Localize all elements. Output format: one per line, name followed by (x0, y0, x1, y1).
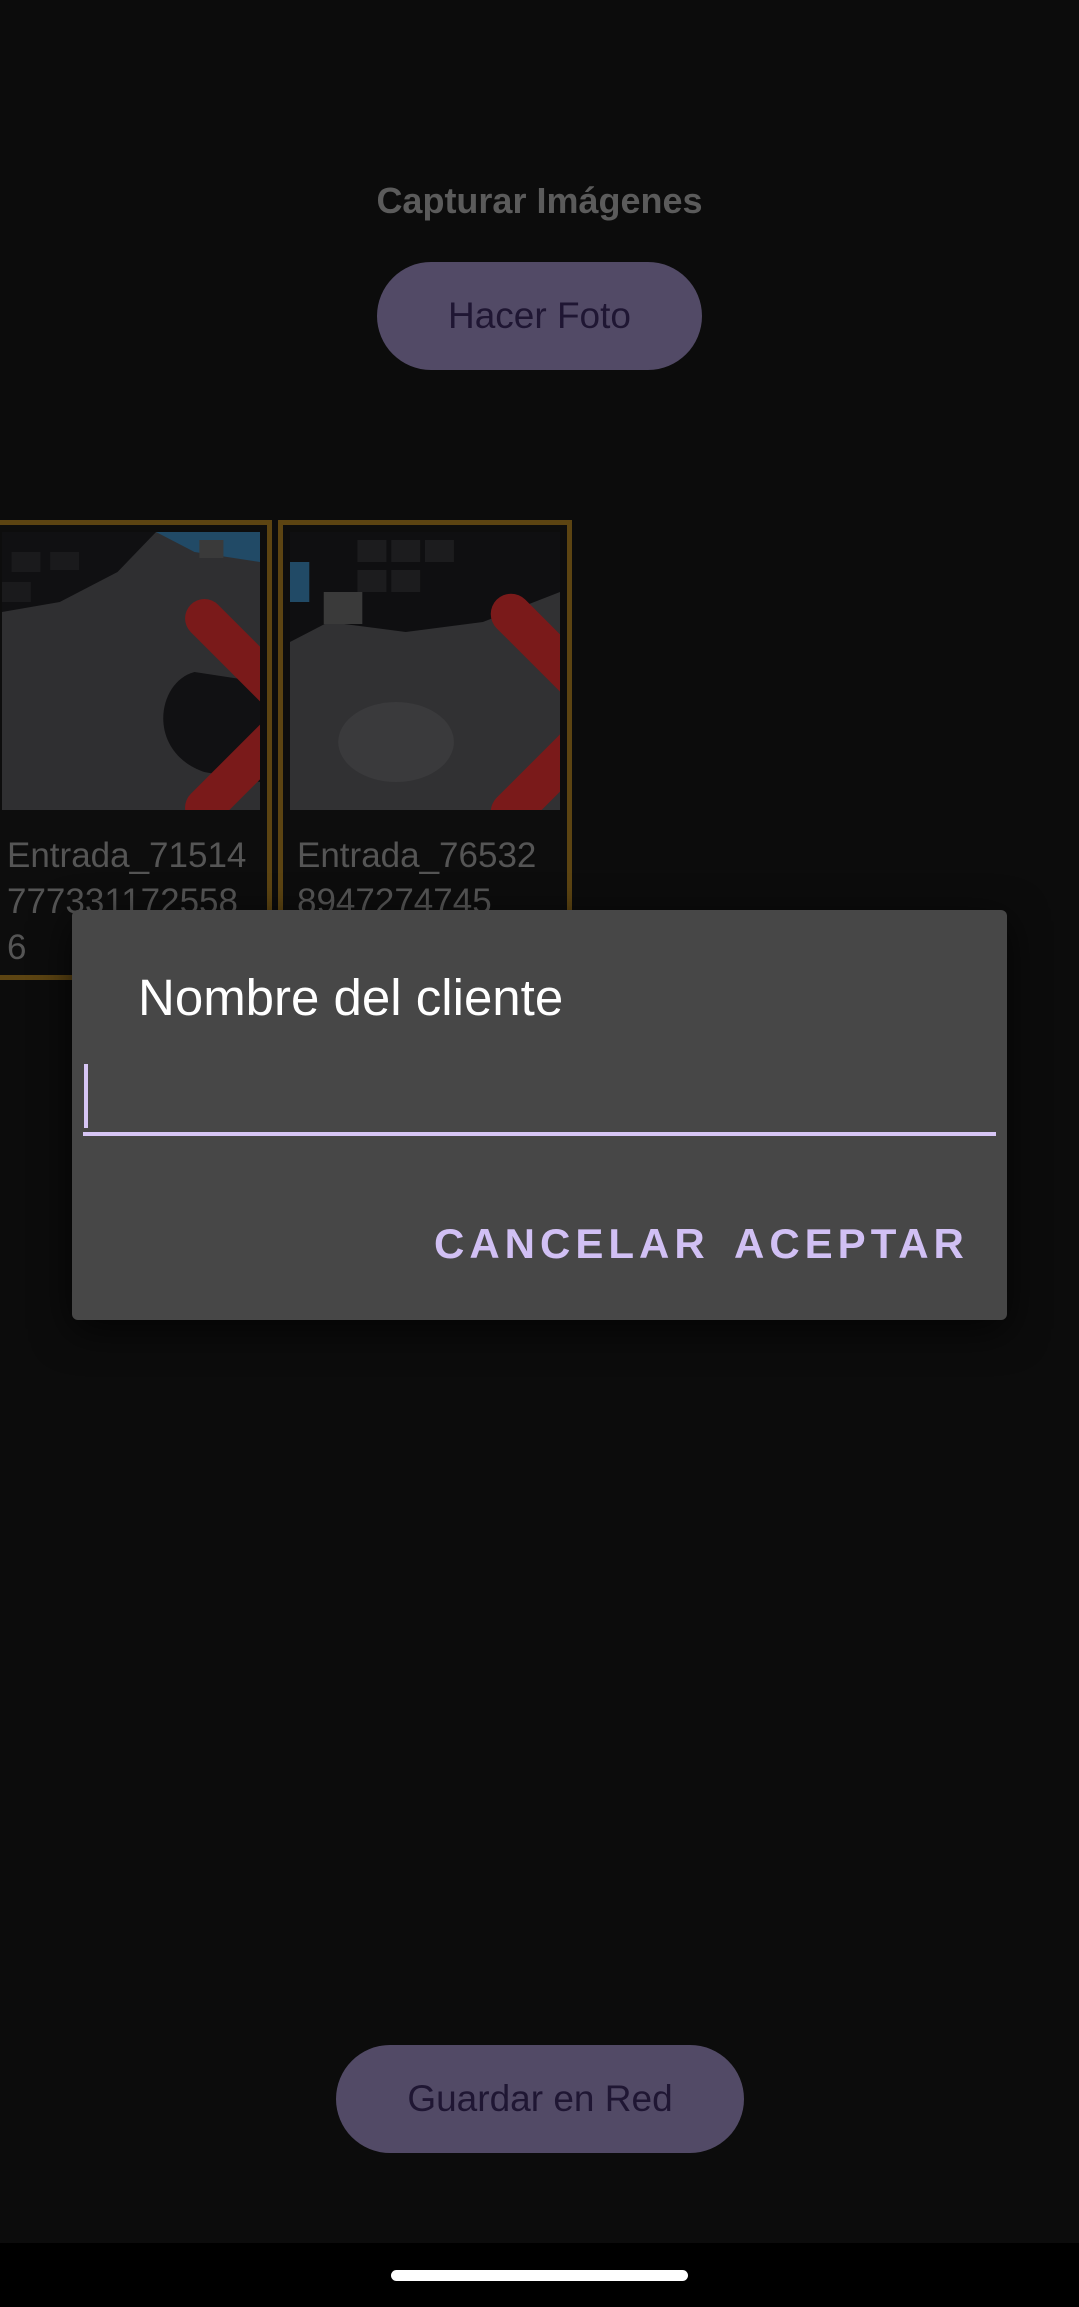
thumbnail-image (2, 532, 260, 810)
client-name-dialog: Nombre del cliente CANCELAR ACEPTAR (72, 910, 1007, 1320)
app-screen: Capturar Imágenes Hacer Foto Entrada_715… (0, 0, 1079, 2243)
dialog-title: Nombre del cliente (138, 969, 564, 1026)
client-name-input[interactable] (83, 1060, 996, 1136)
take-photo-button[interactable]: Hacer Foto (377, 262, 702, 370)
save-to-network-label: Guardar en Red (407, 2078, 673, 2119)
cancel-button[interactable]: CANCELAR (434, 1220, 710, 1268)
accept-button[interactable]: ACEPTAR (734, 1220, 969, 1268)
thumbnail-image (290, 532, 560, 810)
home-gesture-handle[interactable] (391, 2270, 688, 2281)
page-title: Capturar Imágenes (376, 180, 703, 221)
close-x-icon[interactable] (170, 574, 260, 810)
text-caret (84, 1064, 88, 1128)
save-to-network-button[interactable]: Guardar en Red (336, 2045, 744, 2153)
close-x-icon[interactable] (475, 574, 560, 810)
take-photo-label: Hacer Foto (447, 295, 631, 336)
